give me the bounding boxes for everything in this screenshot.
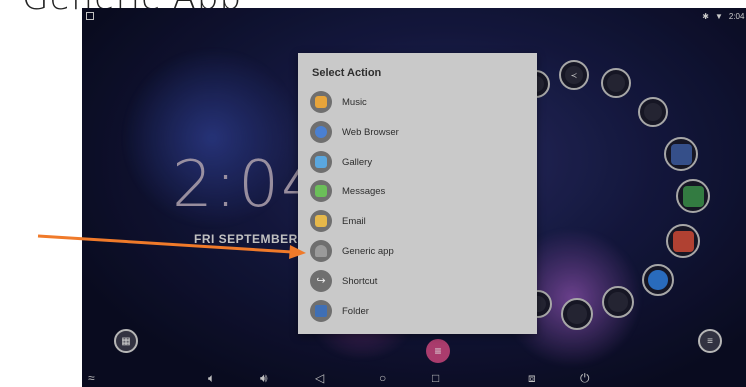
action-item-music[interactable]: Music bbox=[310, 90, 530, 114]
folder-icon bbox=[310, 300, 332, 322]
select-action-dialog: Select Action Music Web Browser Gallery … bbox=[298, 53, 537, 334]
android-icon bbox=[310, 240, 332, 262]
action-label: Music bbox=[342, 96, 367, 108]
action-item-folder[interactable]: Folder bbox=[310, 299, 530, 323]
action-label: Gallery bbox=[342, 156, 373, 168]
music-icon bbox=[310, 91, 332, 113]
dialog-title: Select Action bbox=[312, 67, 382, 79]
action-item-generic-app[interactable]: Generic app bbox=[310, 239, 530, 263]
globe-icon bbox=[310, 121, 332, 143]
action-item-messages[interactable]: Messages bbox=[310, 179, 530, 203]
action-item-shortcut[interactable]: ↪ Shortcut bbox=[310, 269, 530, 293]
action-label: Generic app bbox=[342, 245, 394, 257]
action-label: Email bbox=[342, 215, 366, 227]
action-label: Folder bbox=[342, 305, 369, 317]
shortcut-icon: ↪ bbox=[310, 270, 332, 292]
action-label: Messages bbox=[342, 185, 386, 197]
gallery-icon bbox=[310, 151, 332, 173]
email-icon bbox=[310, 210, 332, 232]
action-item-email[interactable]: Email bbox=[310, 209, 530, 233]
action-label: Shortcut bbox=[342, 275, 378, 287]
action-item-gallery[interactable]: Gallery bbox=[310, 150, 530, 174]
messages-icon bbox=[310, 180, 332, 202]
action-item-web-browser[interactable]: Web Browser bbox=[310, 120, 530, 144]
action-label: Web Browser bbox=[342, 126, 399, 138]
